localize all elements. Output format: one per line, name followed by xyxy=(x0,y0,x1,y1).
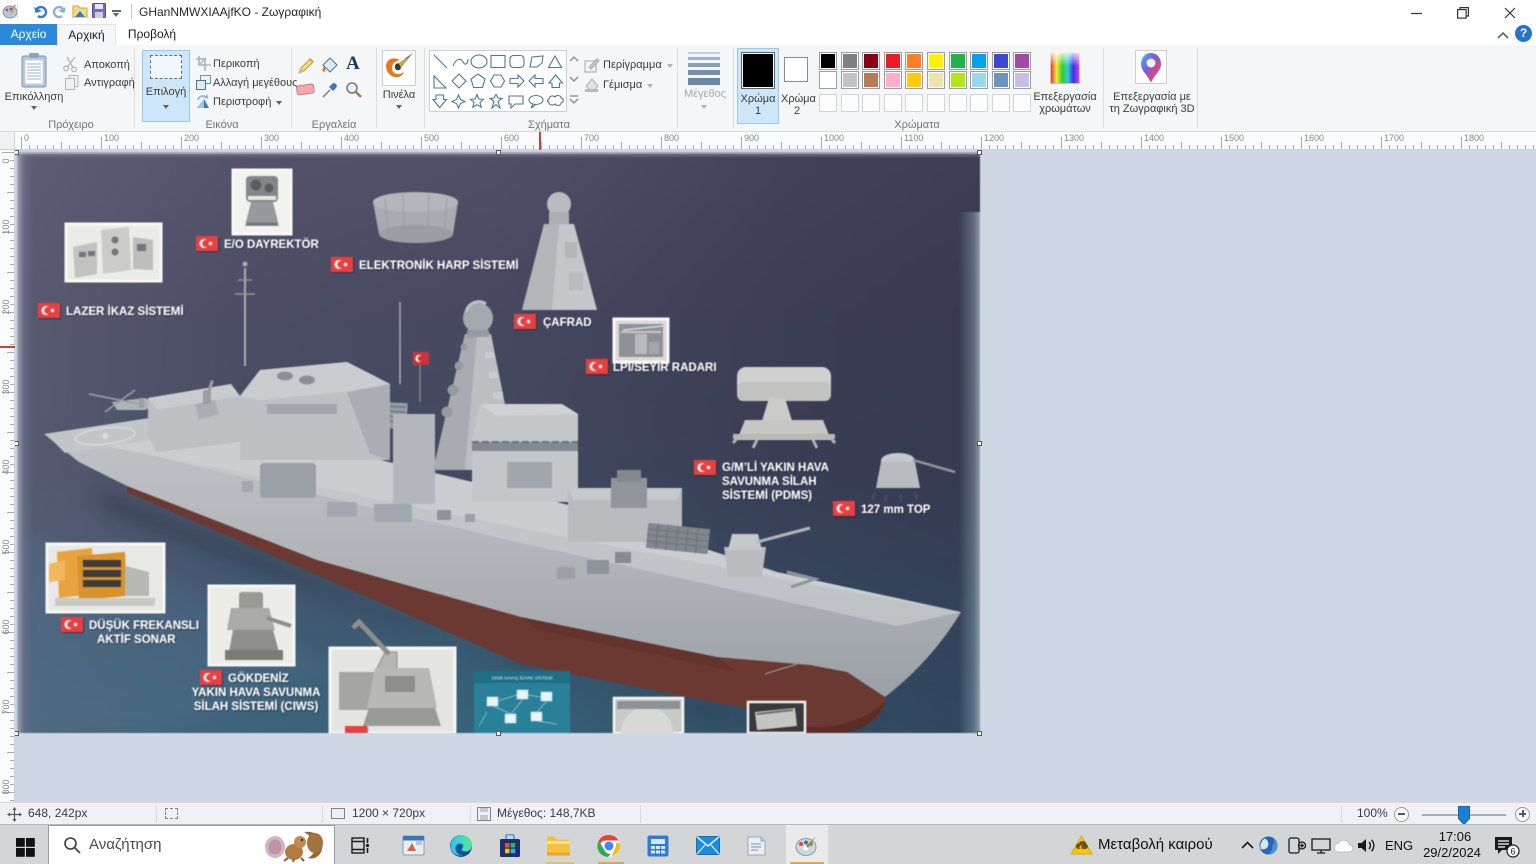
svg-text:AKTİF SONAR: AKTİF SONAR xyxy=(97,633,176,646)
svg-text:SİSTEMİ (PDMS): SİSTEMİ (PDMS) xyxy=(722,489,812,502)
svg-text:LPI/SEYİR RADARI: LPI/SEYİR RADARI xyxy=(613,361,717,374)
svg-text:ÇAFRAD: ÇAFRAD xyxy=(543,317,592,329)
svg-text:GEMİ SAVAŞ İDARE SİSTEMİ: GEMİ SAVAŞ İDARE SİSTEMİ xyxy=(491,675,552,681)
svg-text:YAKIN HAVA SAVUNMA: YAKIN HAVA SAVUNMA xyxy=(192,687,321,699)
svg-text:ELEKTRONİK HARP SİSTEMİ: ELEKTRONİK HARP SİSTEMİ xyxy=(359,259,519,272)
svg-text:SİLAH SİSTEMİ (CIWS): SİLAH SİSTEMİ (CIWS) xyxy=(194,700,319,713)
svg-text:E/O DAYREKTÖR: E/O DAYREKTÖR xyxy=(224,238,319,251)
svg-text:GÖKDENİZ: GÖKDENİZ xyxy=(228,672,289,685)
svg-text:127 mm TOP: 127 mm TOP xyxy=(861,504,931,516)
svg-text:6: 6 xyxy=(1510,847,1515,857)
svg-text:SAVUNMA SİLAH: SAVUNMA SİLAH xyxy=(722,475,817,488)
svg-text:DÜŞÜK FREKANSLI: DÜŞÜK FREKANSLI xyxy=(89,619,199,632)
svg-text:G/MʼLİ YAKIN HAVA: G/MʼLİ YAKIN HAVA xyxy=(722,461,829,474)
svg-text:LAZER İKAZ SİSTEMİ: LAZER İKAZ SİSTEMİ xyxy=(66,305,184,318)
